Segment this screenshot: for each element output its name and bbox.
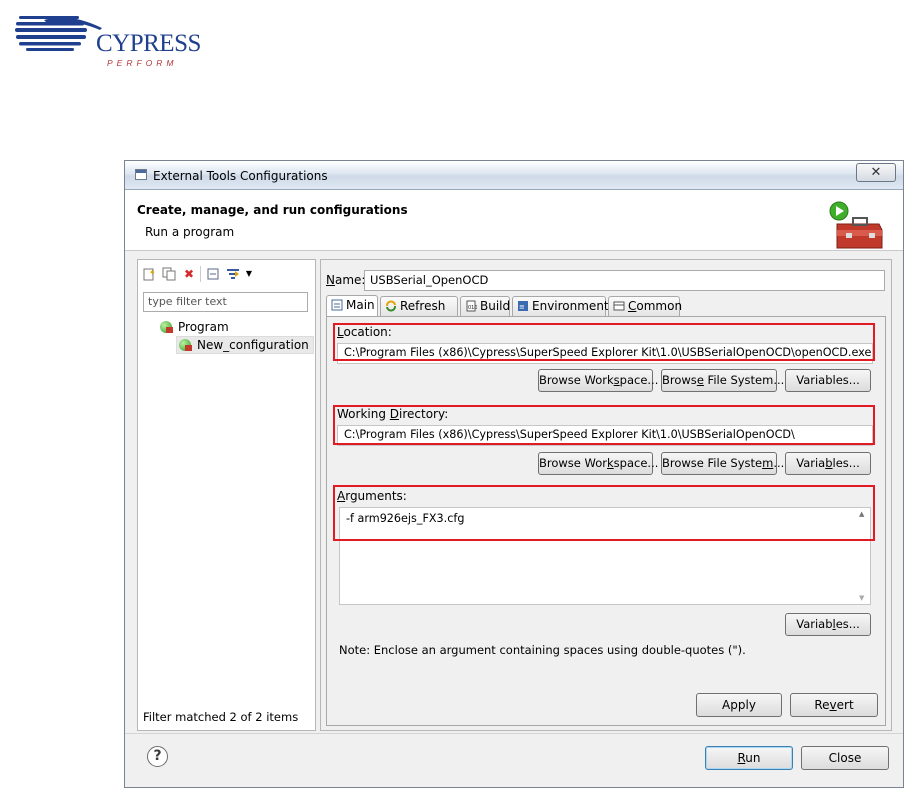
header-title: Create, manage, and run configurations <box>137 203 408 217</box>
browse-workspace-button-2[interactable]: Browse Workspace... <box>538 452 658 475</box>
program-launch-icon <box>160 321 173 333</box>
tab-label: Build <box>480 299 511 313</box>
working-directory-highlight-box <box>333 405 875 445</box>
dropdown-arrow-icon[interactable]: ▼ <box>242 267 256 281</box>
browse-file-system-button-2[interactable]: Browse File System... <box>661 452 784 475</box>
tree-item-program[interactable]: Program <box>160 320 229 334</box>
tree-item-label: Program <box>178 320 229 334</box>
environment-icon: ≡ <box>518 301 528 311</box>
window-icon <box>135 169 147 180</box>
tree-item-new-configuration[interactable]: New_configuration <box>176 336 314 354</box>
tab-label: Common <box>628 299 683 313</box>
header-subtitle: Run a program <box>145 225 235 239</box>
filter-status-text: Filter matched 2 of 2 items <box>143 710 299 724</box>
new-launch-config-icon[interactable]: ✦ <box>142 267 156 281</box>
browse-file-system-button[interactable]: Browse File System... <box>661 369 784 392</box>
arguments-highlight-box <box>333 485 875 541</box>
filter-icon[interactable] <box>226 267 240 281</box>
common-icon <box>613 301 625 311</box>
external-tools-dialog: External Tools Configurations ✕ Create, … <box>124 160 904 788</box>
title-bar[interactable]: External Tools Configurations ✕ <box>125 161 903 190</box>
svg-text:≡: ≡ <box>519 303 525 311</box>
arguments-note: Note: Enclose an argument containing spa… <box>339 643 746 657</box>
revert-button[interactable]: Revert <box>790 693 878 717</box>
config-editor-pane: Name: USBSerial_OpenOCD Main Refresh 010… <box>320 259 892 731</box>
toolbar-separator <box>200 266 202 282</box>
tab-label: Refresh <box>400 299 446 313</box>
tab-build[interactable]: 010 Build <box>460 296 510 316</box>
dialog-header: Create, manage, and run configurations R… <box>125 190 903 251</box>
tab-main[interactable]: Main <box>326 295 378 317</box>
tree-toolbar: ✦ ✖ ▼ <box>142 265 312 285</box>
svg-text:010: 010 <box>468 305 477 311</box>
toolbox-run-icon <box>829 201 883 249</box>
browse-workspace-button[interactable]: Browse Workspace... <box>538 369 658 392</box>
apply-button[interactable]: Apply <box>696 693 782 717</box>
run-button[interactable]: Run <box>705 746 793 770</box>
tab-environment[interactable]: ≡ Environment <box>512 296 609 316</box>
variables-button[interactable]: Variables... <box>785 369 871 392</box>
scroll-down-icon[interactable]: ▼ <box>859 594 864 602</box>
build-icon: 010 <box>466 300 477 312</box>
close-button[interactable]: Close <box>801 746 889 770</box>
tab-label: Environment <box>532 299 609 313</box>
config-launch-icon <box>179 339 192 351</box>
help-icon[interactable]: ? <box>147 746 168 767</box>
variables-button-2[interactable]: Variables... <box>785 452 871 475</box>
filter-input[interactable]: type filter text <box>143 292 308 312</box>
svg-text:✦: ✦ <box>149 268 156 277</box>
config-tree-pane: ✦ ✖ ▼ type filter text Program New_confi… <box>137 259 316 731</box>
footer-divider <box>125 733 903 734</box>
tab-common[interactable]: Common <box>608 296 683 316</box>
tab-label: Main <box>346 298 375 312</box>
variables-button-3[interactable]: Variables... <box>785 613 871 636</box>
name-input[interactable]: USBSerial_OpenOCD <box>364 270 885 291</box>
window-title: External Tools Configurations <box>153 169 328 183</box>
logo-wordmark: CYPRESS <box>96 30 201 57</box>
delete-icon[interactable]: ✖ <box>182 267 196 281</box>
name-label: Name: <box>326 273 366 287</box>
duplicate-icon[interactable] <box>162 267 176 281</box>
location-highlight-box <box>333 323 875 361</box>
tab-refresh[interactable]: Refresh <box>380 296 458 316</box>
main-tab-icon <box>331 299 343 311</box>
tree-item-label: New_configuration <box>197 338 309 352</box>
logo-tagline: PERFORM <box>107 58 178 68</box>
collapse-all-icon[interactable] <box>206 267 220 281</box>
main-tab-panel: Location: C:\Program Files (x86)\Cypress… <box>326 316 886 726</box>
tab-strip: Main Refresh 010 Build ≡ Environment Commo… <box>326 295 886 317</box>
close-window-button[interactable]: ✕ <box>856 163 896 182</box>
refresh-icon <box>386 300 396 312</box>
